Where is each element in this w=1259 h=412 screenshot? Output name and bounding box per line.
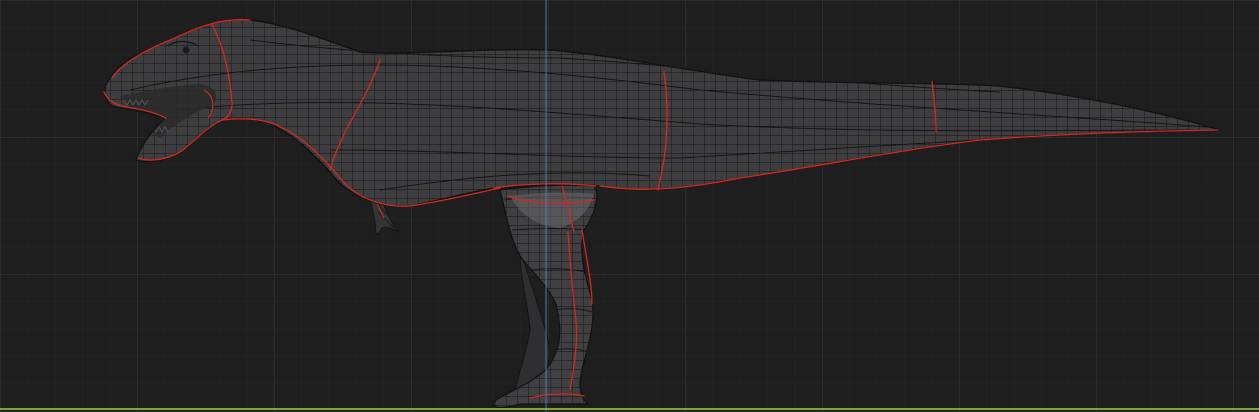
eye-socket xyxy=(182,46,190,54)
3d-viewport[interactable] xyxy=(0,0,1259,412)
viewport-canvas[interactable] xyxy=(0,0,1259,412)
